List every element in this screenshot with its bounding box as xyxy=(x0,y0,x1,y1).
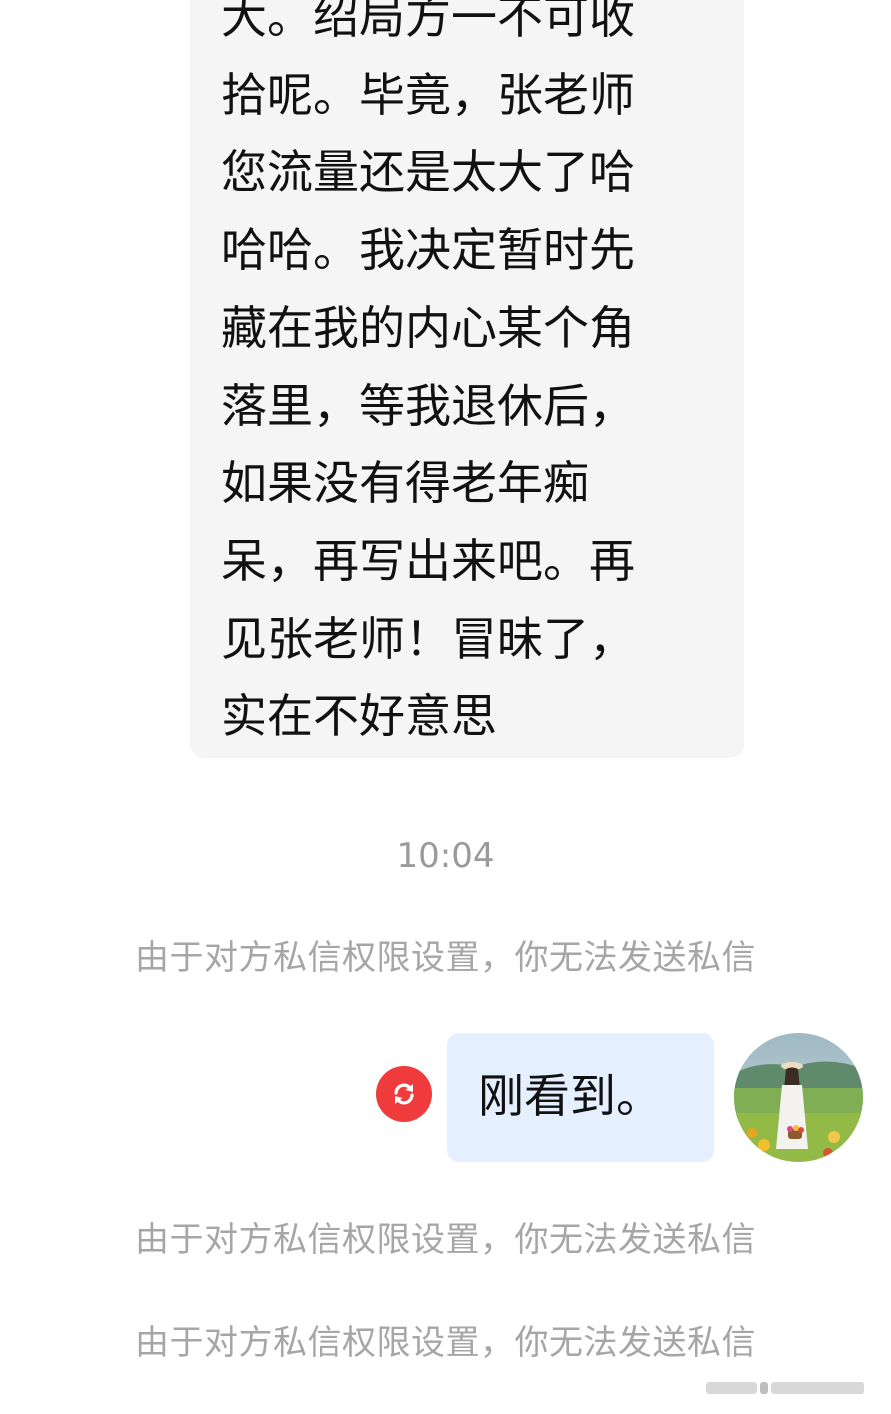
privacy-notice: 由于对方私信权限设置，你无法发送私信 xyxy=(135,1323,756,1363)
retry-icon[interactable] xyxy=(376,1066,432,1122)
user-avatar[interactable] xyxy=(734,1033,863,1162)
home-indicator xyxy=(706,1382,864,1394)
sent-message-text: 刚看到。 xyxy=(478,1069,662,1123)
privacy-notice: 由于对方私信权限设置，你无法发送私信 xyxy=(135,938,756,978)
refresh-icon xyxy=(394,1083,414,1105)
received-message-text: 大。绍局方一不可收 拾呢。毕竟，张老师 您流量还是太大了哈 哈哈。我决定暂时先 … xyxy=(221,0,635,744)
privacy-notice: 由于对方私信权限设置，你无法发送私信 xyxy=(135,1220,756,1260)
message-timestamp: 10:04 xyxy=(396,836,495,876)
avatar-image xyxy=(734,1033,863,1162)
